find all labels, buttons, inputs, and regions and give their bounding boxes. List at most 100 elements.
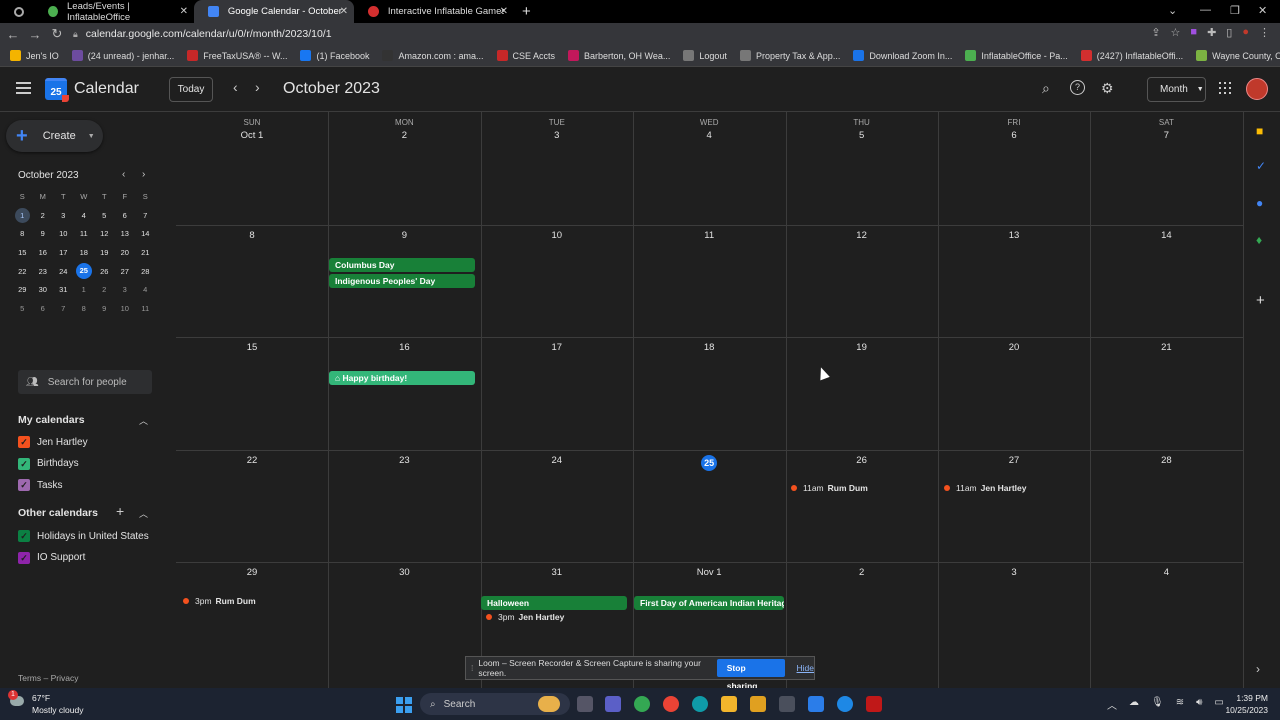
mini-day[interactable]: 1	[74, 285, 95, 294]
drag-handle-icon[interactable]: ⁞	[471, 663, 473, 673]
keep-icon[interactable]: ■	[1256, 124, 1263, 138]
mini-day[interactable]: 2	[33, 211, 54, 220]
view-selector-button[interactable]: Month ▼	[1147, 77, 1206, 102]
day-number[interactable]: 8	[176, 230, 328, 241]
xbox-icon[interactable]	[808, 696, 824, 712]
day-number[interactable]: 15	[176, 342, 328, 353]
day-cell[interactable]	[328, 562, 480, 675]
mini-day[interactable]: 24	[53, 267, 74, 276]
timed-event[interactable]: 3pm Rum Dum	[183, 596, 256, 606]
checkbox-checked-icon[interactable]: ✓	[18, 551, 30, 564]
day-number[interactable]: 14	[1090, 230, 1242, 241]
mini-day[interactable]: 11	[74, 229, 95, 238]
get-addons-icon[interactable]: +	[1256, 292, 1265, 309]
day-cell[interactable]	[481, 112, 633, 225]
weather-widget[interactable]: 1 67°F Mostly cloudy	[8, 690, 84, 716]
mini-day[interactable]: 10	[53, 229, 74, 238]
mini-day[interactable]: 31	[53, 285, 74, 294]
bookmark-item[interactable]: FreeTaxUSA® -- W...	[187, 50, 287, 61]
stop-sharing-button[interactable]: Stop sharing	[716, 659, 785, 691]
close-window-icon[interactable]: ✕	[1258, 4, 1267, 17]
day-cell[interactable]	[633, 337, 785, 450]
day-number[interactable]: 12	[786, 230, 938, 241]
day-cell[interactable]	[633, 112, 785, 225]
tab-leads-events[interactable]: Leads/Events | InflatableOffice ✕	[34, 0, 194, 23]
calendar-logo-icon[interactable]: 25	[45, 78, 69, 102]
day-number[interactable]: 3	[481, 130, 633, 141]
mini-day[interactable]: 10	[115, 304, 136, 313]
day-number[interactable]: 2	[786, 567, 938, 578]
teams-chat-icon[interactable]	[605, 696, 621, 712]
day-number[interactable]: Oct 1	[176, 130, 328, 141]
mini-day[interactable]: 26	[94, 267, 115, 276]
mini-day[interactable]: 16	[33, 248, 54, 257]
bookmark-item[interactable]: Wayne County, Ohi...	[1196, 50, 1280, 61]
mini-day[interactable]: 1	[12, 207, 33, 223]
day-number[interactable]: 26	[786, 455, 938, 466]
account-avatar[interactable]	[1246, 78, 1268, 100]
checkbox-checked-icon[interactable]: ✓	[18, 436, 30, 448]
day-number[interactable]: 3	[938, 567, 1090, 578]
bookmark-item[interactable]: Barberton, OH Wea...	[568, 50, 670, 61]
add-calendar-icon[interactable]: +	[116, 503, 124, 519]
mini-prev-month-icon[interactable]: ‹	[122, 169, 125, 180]
create-button[interactable]: + Create ▼	[6, 120, 103, 152]
windows-start-icon[interactable]	[396, 697, 412, 713]
calendar-list-item[interactable]: ✓ Jen Hartley	[18, 436, 88, 448]
day-cell[interactable]	[938, 337, 1090, 450]
volume-icon[interactable]: 🔊︎	[1196, 697, 1202, 712]
google-apps-icon[interactable]	[1219, 82, 1231, 94]
store-icon[interactable]	[779, 696, 795, 712]
day-number[interactable]: 31	[481, 567, 633, 578]
mini-day[interactable]: 7	[53, 304, 74, 313]
mini-day[interactable]: 8	[74, 304, 95, 313]
chrome-icon[interactable]	[634, 696, 650, 712]
expand-panel-icon[interactable]: ›	[1256, 662, 1260, 676]
help-icon[interactable]	[837, 696, 853, 712]
day-number[interactable]: 30	[328, 567, 480, 578]
day-cell[interactable]	[1090, 112, 1242, 225]
mini-day[interactable]: 17	[53, 248, 74, 257]
mini-day[interactable]: 20	[115, 248, 136, 257]
search-highlight-icon[interactable]	[538, 696, 560, 712]
settings-gear-icon[interactable]: ⚙	[1101, 80, 1114, 97]
close-tab-icon[interactable]: ✕	[340, 6, 348, 17]
checkbox-checked-icon[interactable]: ✓	[18, 530, 30, 542]
mini-day[interactable]: 15	[12, 248, 33, 257]
folder-icon[interactable]	[750, 696, 766, 712]
day-cell[interactable]	[176, 450, 328, 563]
new-tab-icon[interactable]: +	[522, 3, 531, 20]
day-number[interactable]: 4	[633, 130, 785, 141]
day-cell[interactable]	[938, 450, 1090, 563]
calendar-list-item[interactable]: ✓ Tasks	[18, 479, 63, 491]
mini-day[interactable]: 12	[94, 229, 115, 238]
day-cell[interactable]	[786, 337, 938, 450]
mini-day[interactable]: 5	[12, 304, 33, 313]
address-bar[interactable]: 🔒︎ calendar.google.com/calendar/u/0/r/mo…	[73, 23, 1163, 45]
calendar-list-item[interactable]: ✓ Holidays in United States	[18, 530, 149, 542]
mini-day[interactable]: 28	[135, 267, 156, 276]
mini-day[interactable]: 13	[115, 229, 136, 238]
mini-day[interactable]: 27	[115, 267, 136, 276]
mini-day[interactable]: 7	[135, 211, 156, 220]
collapse-chevron-icon[interactable]: ︿	[139, 507, 148, 520]
minimize-icon[interactable]: —	[1200, 4, 1211, 16]
day-cell[interactable]	[633, 225, 785, 338]
mcafee-icon[interactable]	[866, 696, 882, 712]
event-indigenous-peoples-day[interactable]: Indigenous Peoples' Day	[329, 274, 475, 288]
extension-icon[interactable]: ■	[1190, 26, 1197, 39]
extensions-puzzle-icon[interactable]: ✚	[1207, 26, 1216, 39]
checkbox-checked-icon[interactable]: ✓	[18, 479, 30, 491]
day-number[interactable]: 23	[328, 455, 480, 466]
terms-privacy-links[interactable]: Terms – Privacy	[18, 673, 78, 683]
side-panel-icon[interactable]: ▯	[1226, 26, 1232, 39]
timed-event[interactable]: 3pm Jen Hartley	[486, 612, 564, 622]
day-number[interactable]: 21	[1090, 342, 1242, 353]
day-cell[interactable]	[176, 112, 328, 225]
other-calendars-title[interactable]: Other calendars	[18, 507, 98, 519]
day-cell[interactable]	[1090, 562, 1242, 675]
cloud-sync-icon[interactable]: ☁	[1129, 697, 1139, 712]
day-number[interactable]: 20	[938, 342, 1090, 353]
forward-icon[interactable]: →	[24, 27, 46, 42]
day-cell[interactable]	[938, 562, 1090, 675]
